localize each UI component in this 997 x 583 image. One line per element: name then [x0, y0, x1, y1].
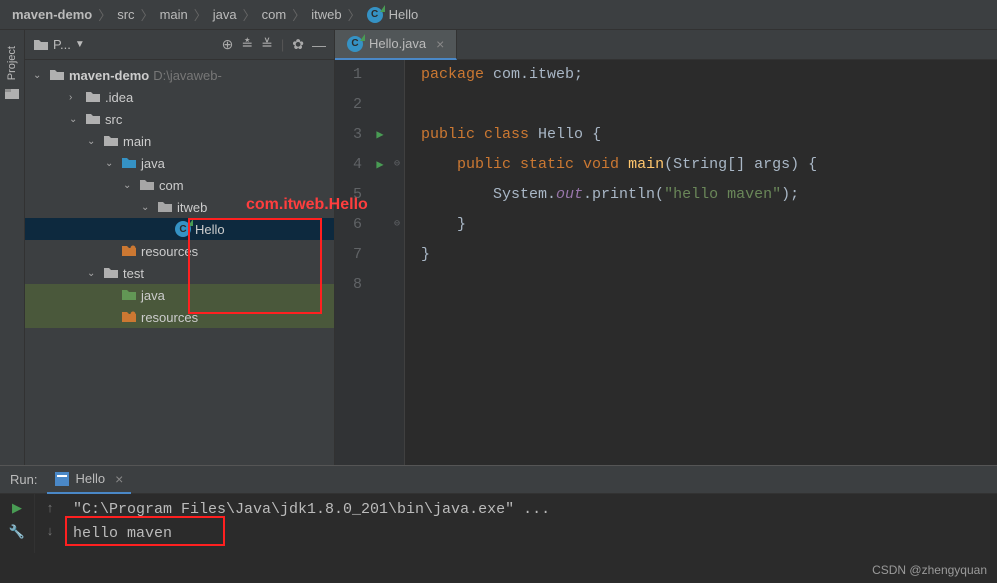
- code-area[interactable]: 12345678 ▶▶ ⊖⊖ package com.itweb;public …: [335, 60, 997, 465]
- hide-icon[interactable]: —: [312, 37, 326, 53]
- crumb-item[interactable]: main: [160, 7, 188, 22]
- close-tab-icon[interactable]: ×: [436, 36, 444, 52]
- java-class-icon: C: [367, 7, 383, 23]
- project-icon: [33, 38, 49, 52]
- wrench-icon[interactable]: 🔧: [9, 524, 25, 540]
- project-rail-icon[interactable]: [4, 86, 20, 102]
- run-panel: Run: Hello × ▶ 🔧 ↑ ↓ "C:\Program Files\J…: [0, 465, 997, 553]
- expand-all-icon[interactable]: ≛: [241, 36, 253, 53]
- down-arrow-icon[interactable]: ↓: [47, 523, 54, 538]
- close-run-tab-icon[interactable]: ×: [115, 471, 123, 487]
- run-output[interactable]: "C:\Program Files\Java\jdk1.8.0_201\bin\…: [65, 494, 997, 553]
- crumb-item[interactable]: itweb: [311, 7, 341, 22]
- locate-icon[interactable]: ⊕: [222, 36, 234, 53]
- annotation-overlay: com.itweb.Hello: [246, 196, 368, 214]
- breadcrumb: maven-demo 〉 src 〉 main 〉 java 〉 com 〉 i…: [0, 0, 997, 30]
- run-toolbar: ▶ 🔧: [0, 494, 35, 553]
- collapse-all-icon[interactable]: ≚: [261, 36, 273, 53]
- tree-root[interactable]: ⌄maven-demo D:\javaweb-: [25, 64, 334, 86]
- up-arrow-icon[interactable]: ↑: [47, 500, 54, 515]
- run-panel-header: Run: Hello ×: [0, 466, 997, 494]
- crumb-root[interactable]: maven-demo: [12, 7, 92, 22]
- project-rail-label[interactable]: Project: [6, 46, 18, 80]
- tree-item-src[interactable]: ⌄src: [25, 108, 334, 130]
- tool-window-rail: Project: [0, 30, 25, 465]
- watermark: CSDN @zhengyquan: [872, 563, 987, 577]
- crumb-file[interactable]: C Hello: [367, 7, 419, 23]
- editor: C Hello.java × 12345678 ▶▶ ⊖⊖ package co…: [335, 30, 997, 465]
- tab-label: Hello.java: [369, 36, 426, 51]
- run-config-tab[interactable]: Hello ×: [47, 466, 131, 494]
- run-label: Run:: [10, 472, 37, 487]
- editor-tabs: C Hello.java ×: [335, 30, 997, 60]
- tree-item-.idea[interactable]: ›.idea: [25, 86, 334, 108]
- application-icon: [55, 472, 69, 486]
- tree-item-com[interactable]: ⌄com: [25, 174, 334, 196]
- project-panel: P... ▼ ⊕ ≛ ≚ | ✿ — ⌄maven-demo D:\javawe…: [25, 30, 335, 465]
- crumb-item[interactable]: java: [213, 7, 237, 22]
- gear-icon[interactable]: ✿: [292, 36, 304, 53]
- crumb-item[interactable]: com: [262, 7, 287, 22]
- java-class-icon: C: [347, 36, 363, 52]
- crumb-item[interactable]: src: [117, 7, 134, 22]
- project-panel-header: P... ▼ ⊕ ≛ ≚ | ✿ —: [25, 30, 334, 60]
- run-nav-toolbar: ↑ ↓: [35, 494, 65, 553]
- tree-item-main[interactable]: ⌄main: [25, 130, 334, 152]
- annotation-box: [65, 516, 225, 546]
- tree-item-java[interactable]: ⌄java: [25, 152, 334, 174]
- annotation-box: [188, 218, 322, 314]
- project-view-selector[interactable]: P... ▼: [33, 37, 214, 52]
- rerun-icon[interactable]: ▶: [12, 500, 22, 516]
- tab-hello[interactable]: C Hello.java ×: [335, 30, 457, 60]
